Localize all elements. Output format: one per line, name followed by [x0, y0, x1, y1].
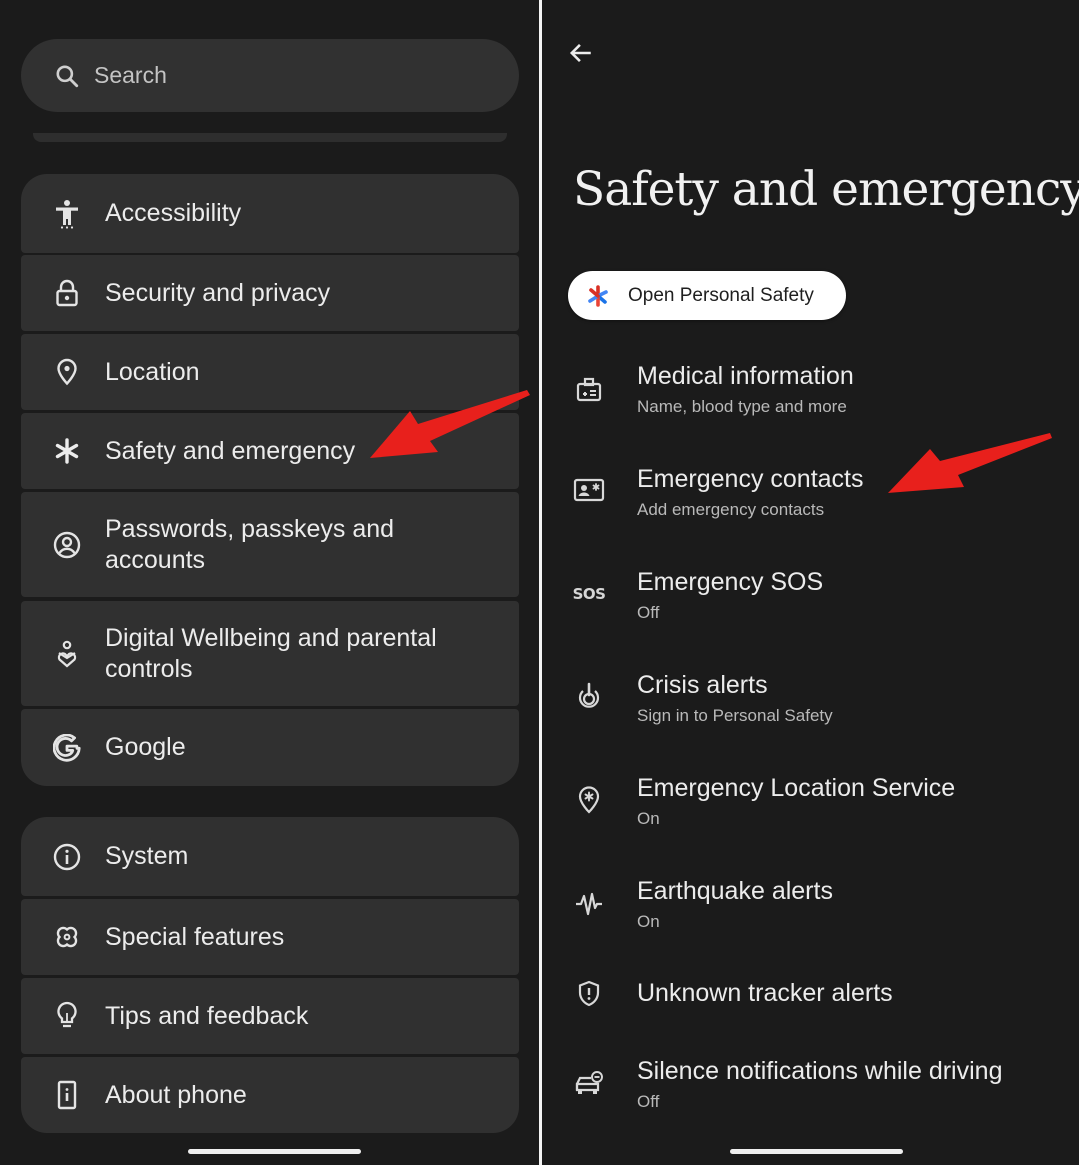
item-title: Silence notifications while driving [637, 1057, 1003, 1085]
emergency-sos-item[interactable]: SOS Emergency SOS Off [542, 556, 1079, 646]
location-pin-icon [52, 357, 82, 387]
settings-item-system[interactable]: System [21, 817, 519, 896]
settings-item-label: Digital Wellbeing and parental controls [105, 623, 437, 683]
earthquake-icon [572, 887, 606, 921]
settings-item-wellbeing[interactable]: Digital Wellbeing and parental controls [21, 601, 519, 706]
item-title: Emergency Location Service [637, 774, 956, 802]
info-icon [52, 842, 82, 872]
settings-item-label: Accessibility [105, 199, 242, 227]
personal-safety-icon [586, 284, 610, 308]
open-personal-safety-button[interactable]: Open Personal Safety [568, 271, 846, 320]
scrolled-card-edge [33, 133, 507, 142]
lock-icon [52, 278, 82, 308]
item-subtitle: Off [637, 603, 660, 622]
medical-id-icon [572, 372, 606, 406]
search-bar[interactable]: Search [21, 39, 519, 112]
settings-item-accessibility[interactable]: Accessibility [21, 174, 519, 253]
driving-icon [572, 1067, 606, 1101]
item-subtitle: On [637, 912, 660, 931]
settings-item-google[interactable]: Google [21, 709, 519, 786]
emergency-contacts-item[interactable]: Emergency contacts Add emergency contact… [542, 453, 1079, 543]
item-title: Emergency SOS [637, 568, 824, 596]
account-circle-icon [52, 530, 82, 560]
page-title: Safety and emergency [573, 162, 1079, 217]
google-icon [52, 733, 82, 763]
search-placeholder: Search [94, 62, 167, 88]
accessibility-icon [52, 199, 82, 229]
settings-item-about-phone[interactable]: About phone [21, 1057, 519, 1133]
settings-item-label: System [105, 842, 189, 870]
item-subtitle: Name, blood type and more [637, 397, 847, 416]
item-title: Unknown tracker alerts [637, 979, 893, 1007]
back-arrow-icon [568, 40, 594, 71]
settings-item-label: Safety and emergency [105, 436, 356, 465]
crisis-alert-icon [572, 679, 606, 713]
settings-item-label: Security and privacy [105, 278, 331, 307]
crisis-alerts-item[interactable]: Crisis alerts Sign in to Personal Safety [542, 659, 1079, 749]
settings-item-label: Passwords, passkeys and accounts [105, 514, 395, 574]
wellbeing-icon [52, 639, 82, 669]
medical-information-item[interactable]: Medical information Name, blood type and… [542, 350, 1079, 440]
special-features-icon [52, 922, 82, 952]
settings-item-tips[interactable]: Tips and feedback [21, 978, 519, 1054]
item-title: Crisis alerts [637, 671, 768, 699]
item-title: Earthquake alerts [637, 877, 833, 905]
settings-item-special-features[interactable]: Special features [21, 899, 519, 975]
contact-card-icon [572, 473, 606, 507]
item-title: Emergency contacts [637, 465, 864, 493]
asterisk-icon [52, 436, 82, 466]
sos-icon: SOS [572, 585, 606, 603]
settings-item-label: Tips and feedback [105, 1001, 309, 1030]
settings-item-label: Google [105, 733, 186, 761]
settings-item-label: Special features [105, 922, 285, 951]
open-personal-safety-label: Open Personal Safety [628, 284, 814, 306]
safety-emergency-panel: Safety and emergency Open Personal Safet… [542, 0, 1079, 1165]
item-subtitle: Add emergency contacts [637, 500, 825, 519]
earthquake-alerts-item[interactable]: Earthquake alerts On [542, 865, 1079, 955]
settings-item-safety[interactable]: Safety and emergency [21, 413, 519, 489]
settings-item-passwords[interactable]: Passwords, passkeys and accounts [21, 492, 519, 597]
settings-item-label: Location [105, 357, 200, 386]
settings-item-location[interactable]: Location [21, 334, 519, 410]
search-icon [54, 63, 80, 89]
settings-item-label: About phone [105, 1080, 247, 1109]
item-subtitle: Off [637, 1092, 660, 1111]
gesture-home-bar[interactable] [730, 1149, 903, 1154]
emergency-location-icon [572, 783, 606, 817]
silence-while-driving-item[interactable]: Silence notifications while driving Off [542, 1045, 1079, 1135]
back-button[interactable] [564, 38, 598, 72]
phone-icon [52, 1080, 82, 1110]
item-subtitle: On [637, 809, 660, 828]
shield-alert-icon [572, 977, 606, 1011]
lightbulb-icon [52, 1001, 82, 1031]
emergency-location-service-item[interactable]: Emergency Location Service On [542, 762, 1079, 852]
item-subtitle: Sign in to Personal Safety [637, 706, 833, 725]
gesture-home-bar[interactable] [188, 1149, 361, 1154]
settings-panel: Search Accessibility Security and privac… [0, 0, 539, 1165]
settings-item-security[interactable]: Security and privacy [21, 255, 519, 331]
item-title: Medical information [637, 362, 854, 390]
